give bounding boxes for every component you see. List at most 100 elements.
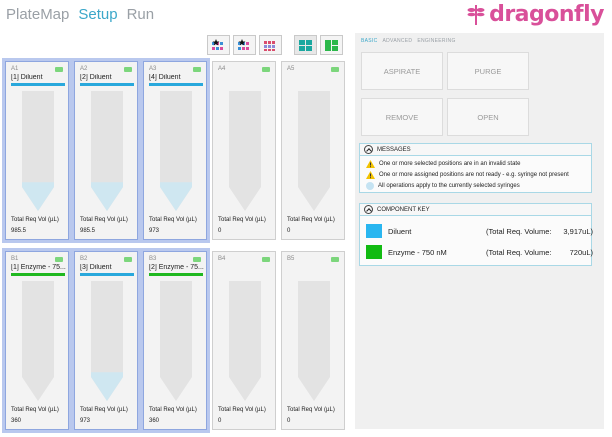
- component-key-row: Diluent (Total Req. Volume: 3,917uL): [366, 224, 593, 238]
- syringe-tube: [229, 91, 261, 211]
- well-position: B3: [149, 256, 157, 262]
- component-volume-value: 3,917uL): [563, 226, 593, 236]
- syringe-tube: [91, 281, 123, 401]
- messages-header[interactable]: MESSAGES: [360, 144, 591, 156]
- enzyme-swatch: [366, 245, 382, 259]
- component-color-bar: [80, 273, 134, 276]
- syringe-tube: [298, 91, 330, 211]
- component-color-bar: [149, 273, 203, 276]
- syringe-tube: [22, 91, 54, 211]
- grid-2x2-view-button[interactable]: [294, 35, 317, 55]
- component-key-header[interactable]: COMPONENT KEY: [360, 204, 591, 216]
- status-led: [193, 67, 201, 72]
- message-item: One or more assigned positions are not r…: [360, 169, 591, 180]
- component-color-bar: [149, 83, 203, 86]
- volume-value: 973: [149, 228, 160, 234]
- component-name: Enzyme - 750 nM: [388, 247, 447, 257]
- volume-label: Total Req Vol (µL): [287, 407, 335, 413]
- green-grid-1x2-icon: [325, 39, 338, 51]
- volume-value: 973: [80, 418, 91, 424]
- cross-grid-view-button[interactable]: [259, 35, 282, 55]
- star-grid-view-alt-button[interactable]: [233, 35, 256, 55]
- messages-section: MESSAGES One or more selected positions …: [359, 143, 592, 193]
- volume-label: Total Req Vol (µL): [11, 217, 59, 223]
- panel-tabs: BASIC ADVANCED ENGINEERING: [361, 38, 456, 44]
- component-key-title: COMPONENT KEY: [377, 206, 430, 213]
- status-led: [331, 67, 339, 72]
- volume-label: Total Req Vol (µL): [11, 407, 59, 413]
- nav-platemap[interactable]: PlateMap: [6, 6, 69, 23]
- syringe-well-a1[interactable]: A1 [1] Diluent Total Req Vol (µL) 985.5: [2, 58, 72, 243]
- syringe-well-b4[interactable]: B4 Total Req Vol (µL) 0: [212, 251, 276, 430]
- view-toolbar: [207, 35, 343, 55]
- open-button[interactable]: OPEN: [447, 98, 529, 136]
- syringe-well-b5[interactable]: B5 Total Req Vol (µL) 0: [281, 251, 345, 430]
- diluent-swatch: [366, 224, 382, 238]
- component-volume-value: 720uL): [569, 247, 593, 257]
- syringe-well-a4[interactable]: A4 Total Req Vol (µL) 0: [212, 61, 276, 240]
- volume-value: 0: [287, 228, 291, 234]
- green-grid-2x2-icon: [299, 39, 312, 51]
- volume-value: 360: [11, 418, 22, 424]
- cross-grid-view-icon: [264, 40, 275, 51]
- syringe-well-a2[interactable]: A2 [2] Diluent Total Req Vol (µL) 985.5: [71, 58, 141, 243]
- nav-setup[interactable]: Setup: [78, 6, 117, 23]
- message-item: All operations apply to the currently se…: [360, 180, 591, 191]
- syringe-tube: [91, 91, 123, 211]
- collapse-chevron-icon[interactable]: [364, 205, 373, 214]
- liquid-level: [91, 182, 123, 211]
- syringe-well-b1[interactable]: B1 [1] Enzyme - 75... Total Req Vol (µL) 36…: [2, 248, 72, 433]
- volume-value: 0: [287, 418, 291, 424]
- status-led: [55, 257, 63, 262]
- remove-button[interactable]: REMOVE: [361, 98, 443, 136]
- status-led: [55, 67, 63, 72]
- well-component-name: [1] Enzyme - 75...: [11, 264, 66, 271]
- well-component-name: [4] Diluent: [149, 74, 181, 81]
- component-volume-label: (Total Req. Volume:: [486, 247, 552, 257]
- star-grid-view-icon: [212, 38, 223, 50]
- volume-value: 985.5: [80, 228, 96, 234]
- status-led: [331, 257, 339, 262]
- component-color-bar: [11, 273, 65, 276]
- message-text: One or more selected positions are in an…: [379, 160, 521, 167]
- status-led: [262, 67, 270, 72]
- purge-button[interactable]: PURGE: [447, 52, 529, 90]
- volume-label: Total Req Vol (µL): [218, 217, 266, 223]
- grid-1x2-view-button[interactable]: [320, 35, 343, 55]
- well-position: A5: [287, 66, 295, 72]
- tab-basic[interactable]: BASIC: [361, 38, 378, 44]
- syringe-tube: [298, 281, 330, 401]
- message-text: All operations apply to the currently se…: [378, 182, 520, 189]
- well-position: A4: [218, 66, 226, 72]
- well-component-name: [1] Diluent: [11, 74, 43, 81]
- syringe-well-b3[interactable]: B3 [2] Enzyme - 75... Total Req Vol (µL) 36…: [140, 248, 210, 433]
- star-grid-view-alt-icon: [238, 38, 249, 50]
- volume-value: 0: [218, 418, 222, 424]
- status-led: [124, 67, 132, 72]
- nav-run[interactable]: Run: [127, 6, 155, 23]
- star-grid-view-button[interactable]: [207, 35, 230, 55]
- tab-engineering[interactable]: ENGINEERING: [417, 38, 455, 44]
- collapse-chevron-icon[interactable]: [364, 145, 373, 154]
- syringe-well-b2[interactable]: B2 [3] Diluent Total Req Vol (µL) 973: [71, 248, 141, 433]
- logo-text: dragonfly: [489, 2, 604, 27]
- message-text: One or more assigned positions are not r…: [379, 171, 569, 178]
- syringe-well-a5[interactable]: A5 Total Req Vol (µL) 0: [281, 61, 345, 240]
- component-key-section: COMPONENT KEY Diluent (Total Req. Volume…: [359, 203, 593, 266]
- well-position: B2: [80, 256, 88, 262]
- volume-value: 360: [149, 418, 160, 424]
- main-nav: PlateMap Setup Run: [6, 6, 154, 23]
- well-position: B1: [11, 256, 19, 262]
- dragonfly-icon: [467, 4, 485, 26]
- status-led: [262, 257, 270, 262]
- volume-label: Total Req Vol (µL): [80, 407, 128, 413]
- messages-title: MESSAGES: [377, 146, 411, 153]
- syringe-well-a3[interactable]: A3 [4] Diluent Total Req Vol (µL) 973: [140, 58, 210, 243]
- tab-advanced[interactable]: ADVANCED: [383, 38, 413, 44]
- well-component-name: [3] Diluent: [80, 264, 112, 271]
- liquid-level: [22, 182, 54, 211]
- well-component-name: [2] Enzyme - 75...: [149, 264, 204, 271]
- aspirate-button[interactable]: ASPIRATE: [361, 52, 443, 90]
- syringe-tube: [160, 91, 192, 211]
- well-position: A2: [80, 66, 88, 72]
